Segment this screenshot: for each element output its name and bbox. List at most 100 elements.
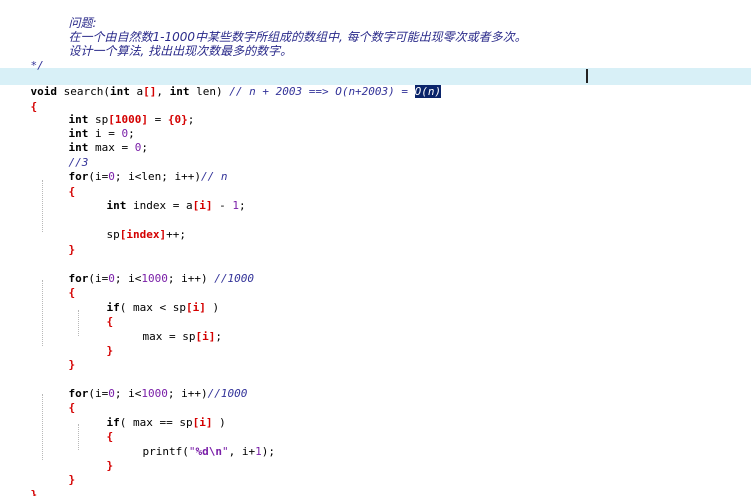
- number: 1000: [141, 386, 168, 400]
- brace: {0}: [167, 112, 188, 126]
- code-text: (i=: [88, 169, 109, 183]
- brace: }: [106, 343, 114, 357]
- code-line: for(i=0; i<1000; i++) //1000: [42, 257, 254, 285]
- bracket: [i]: [195, 329, 216, 343]
- code-text: index = a: [126, 198, 193, 212]
- keyword: int: [109, 84, 130, 98]
- bracket: [index]: [119, 227, 167, 241]
- code-line: max = sp[i];: [116, 315, 222, 343]
- brace: }: [68, 242, 76, 256]
- code-line: sp[index]++;: [80, 213, 186, 241]
- code-line: }: [4, 473, 38, 496]
- number: 0: [108, 271, 115, 285]
- brace: {: [68, 400, 76, 414]
- comment-line: */: [4, 44, 44, 72]
- code-line: {: [42, 386, 76, 414]
- code-text: printf(: [142, 444, 189, 458]
- code-text: sp: [106, 227, 120, 241]
- code-text: ;: [215, 329, 222, 343]
- code-text: =: [148, 112, 168, 126]
- code-line: {: [4, 85, 38, 113]
- code-line: {: [42, 170, 76, 198]
- code-line: int sp[1000] = {0};: [42, 98, 195, 126]
- code-text: max = sp: [142, 329, 196, 343]
- bracket: []: [143, 84, 157, 98]
- brace: }: [68, 472, 76, 486]
- code-text: max =: [88, 140, 135, 154]
- code-text: ++;: [166, 227, 186, 241]
- code-line: //3: [42, 141, 89, 169]
- code-text: (i=: [88, 386, 109, 400]
- brace: }: [30, 487, 38, 496]
- keyword: int: [169, 84, 190, 98]
- number: 1: [255, 444, 262, 458]
- code-text: ;: [141, 140, 148, 154]
- number: 0: [108, 386, 115, 400]
- code-line: }: [42, 343, 76, 371]
- code-line: int max = 0;: [42, 126, 148, 154]
- code-line: {: [80, 300, 114, 328]
- code-text: ( max < sp: [119, 300, 186, 314]
- code-editor[interactable]: 问题: 在一个由自然数1-1000中某些数字所组成的数组中, 每个数字可能出现零…: [0, 0, 751, 496]
- code-text: ; i++): [167, 386, 208, 400]
- code-line: }: [80, 329, 114, 357]
- code-line: if( max < sp[i] ): [80, 286, 220, 314]
- brace: {: [68, 184, 76, 198]
- brace: {: [30, 99, 38, 113]
- code-line: int index = a[i] - 1;: [80, 184, 246, 212]
- brace: {: [106, 314, 114, 328]
- code-text: , i+: [228, 444, 256, 458]
- code-text: ; i<: [114, 386, 142, 400]
- comment-line: 设计一个算法, 找出出现次数最多的数字。: [42, 29, 293, 58]
- keyword: int: [106, 198, 127, 212]
- code-text: a: [129, 84, 144, 98]
- selected-text[interactable]: O(n): [414, 84, 442, 98]
- code-line: for(i=0; i<1000; i++)//1000: [42, 372, 248, 400]
- bracket: [i]: [185, 300, 206, 314]
- brace: }: [68, 357, 76, 371]
- code-line: }: [80, 444, 114, 472]
- code-text: -: [212, 198, 233, 212]
- code-line: int i = 0;: [42, 112, 135, 140]
- code-comment: //1000: [207, 386, 248, 400]
- code-text: ): [205, 300, 220, 314]
- brace: {: [106, 429, 114, 443]
- brace: {: [68, 285, 76, 299]
- code-line: }: [42, 228, 76, 256]
- comment-line: 在一个由自然数1-1000中某些数字所组成的数组中, 每个数字可能出现零次或者多…: [42, 15, 527, 44]
- code-line: {: [42, 271, 76, 299]
- code-line: if( max == sp[i] ): [80, 401, 226, 429]
- number: 1: [232, 198, 239, 212]
- number: 0: [108, 169, 115, 183]
- format-string: %d\n: [195, 444, 222, 458]
- code-comment: // n + 2003 ==> O(n+2003) =: [222, 84, 415, 98]
- code-text: ,: [156, 84, 170, 98]
- code-text: ;: [187, 112, 195, 126]
- code-line: for(i=0; i<len; i++)// n: [42, 155, 228, 183]
- code-text: ( max == sp: [119, 415, 193, 429]
- bracket: [i]: [192, 415, 213, 429]
- code-text: ; i++): [167, 271, 215, 285]
- code-text: ;: [238, 198, 246, 212]
- code-text: len): [189, 84, 223, 98]
- code-line: }: [42, 458, 76, 486]
- code-text: (i=: [88, 271, 109, 285]
- code-line: {: [80, 415, 114, 443]
- brace: }: [106, 458, 114, 472]
- code-text: ; i<: [114, 271, 142, 285]
- string-quote: ": [221, 444, 229, 458]
- number: 1000: [141, 271, 168, 285]
- indent-guide: [78, 424, 79, 450]
- comment-line: 问题:: [42, 1, 97, 30]
- code-text: );: [261, 444, 275, 458]
- code-comment: //1000: [214, 271, 254, 285]
- text-cursor: [586, 69, 588, 83]
- code-text: ): [212, 415, 226, 429]
- indent-guide: [78, 310, 79, 336]
- code-line: printf("%d\n", i+1);: [116, 430, 275, 458]
- comment-problem-line2: 设计一个算法, 找出出现次数最多的数字。: [68, 43, 293, 58]
- code-text: ; i<len; i++): [114, 169, 201, 183]
- code-text: search(: [57, 84, 110, 98]
- bracket: [i]: [192, 198, 213, 212]
- code-line-signature: void search(int a[], int len) // n + 200…: [4, 70, 442, 98]
